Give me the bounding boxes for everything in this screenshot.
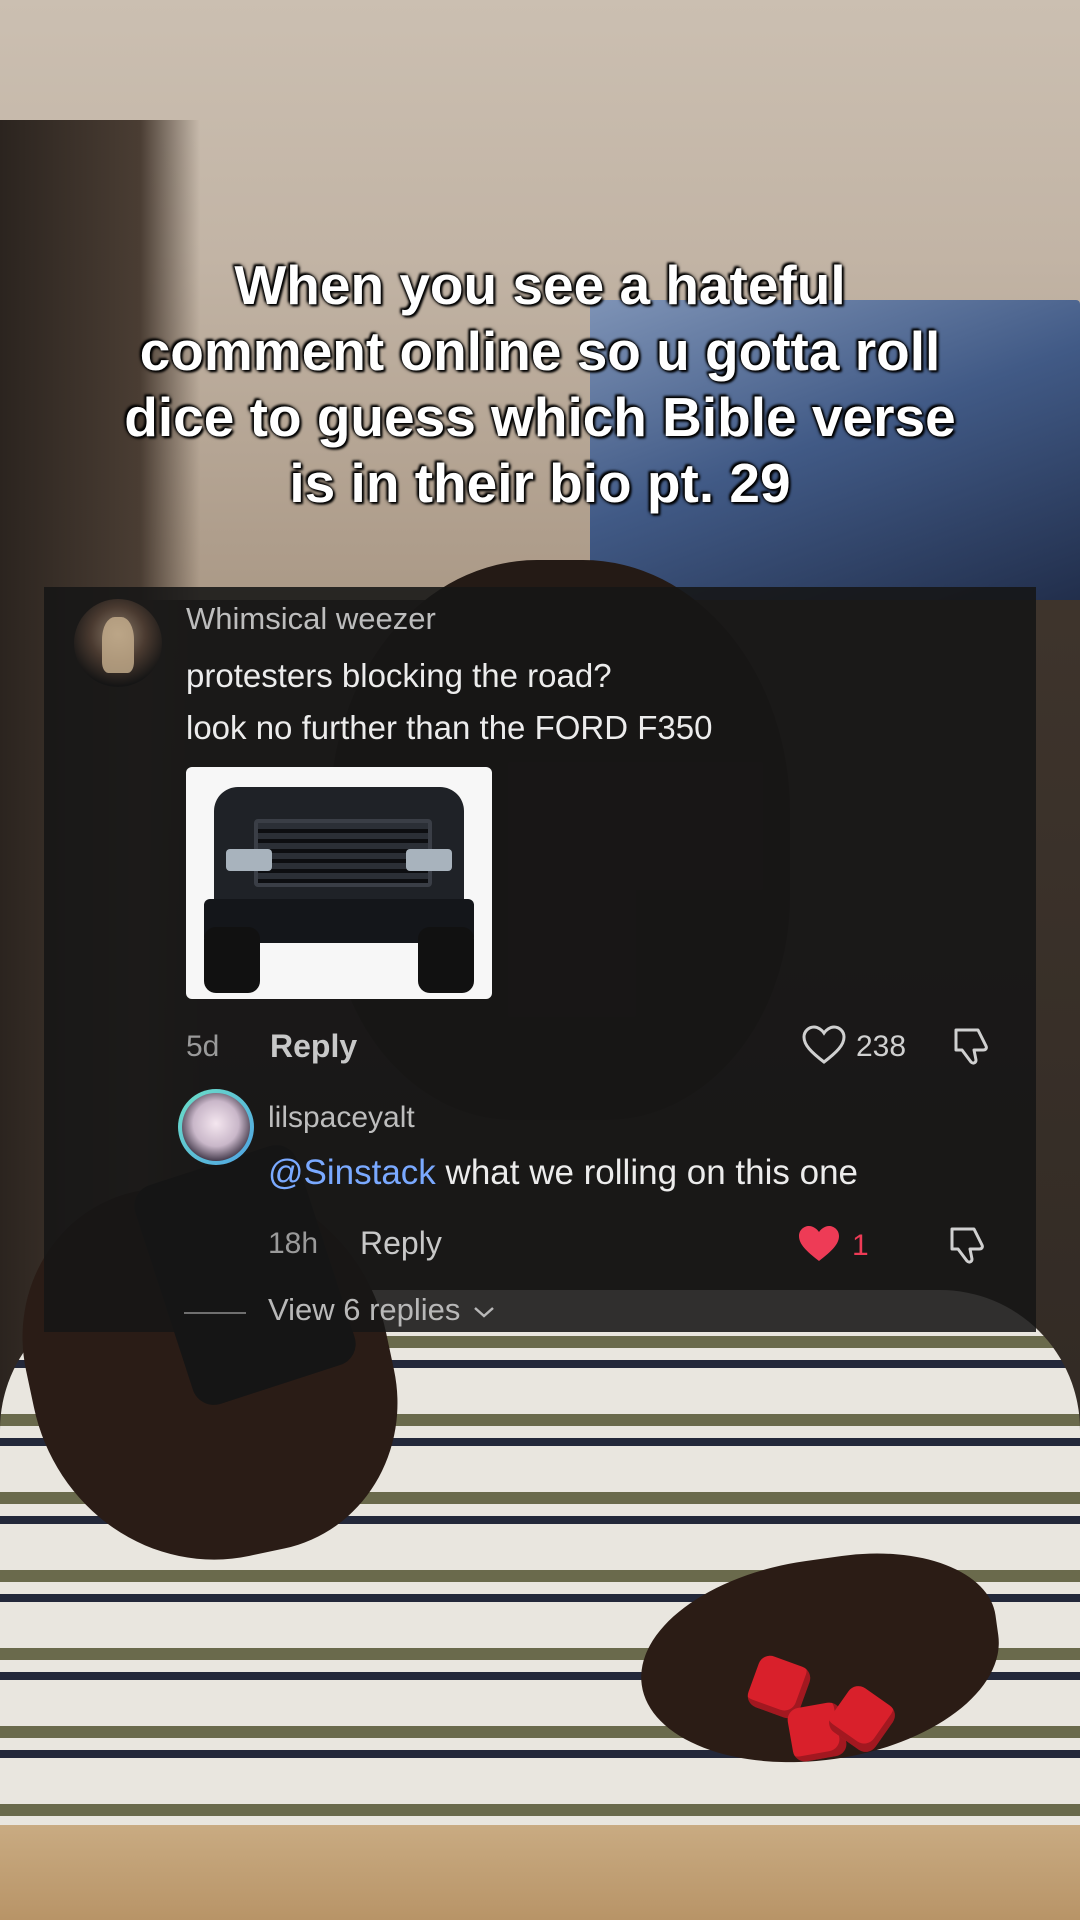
truck-headlight: [406, 849, 452, 871]
video-caption: When you see a hateful comment online so…: [124, 254, 956, 514]
comment-username[interactable]: Whimsical weezer: [186, 601, 436, 637]
reply-text: @Sinstack what we rolling on this one: [268, 1153, 858, 1193]
view-replies-button[interactable]: View 6 replies: [268, 1292, 495, 1328]
avatar-figure: [102, 617, 134, 673]
reply-username[interactable]: lilspaceyalt: [268, 1101, 415, 1135]
reply-button[interactable]: Reply: [270, 1028, 357, 1065]
heart-filled-icon[interactable]: [796, 1223, 842, 1265]
mention-link[interactable]: @Sinstack: [268, 1153, 436, 1192]
view-replies-label: View 6 replies: [268, 1292, 461, 1327]
reply-like-count: 1: [852, 1229, 869, 1262]
reply-avatar[interactable]: [178, 1089, 254, 1165]
thumbs-down-icon[interactable]: [946, 1223, 990, 1267]
avatar[interactable]: [74, 599, 162, 687]
comment-image-truck[interactable]: [186, 767, 492, 999]
chevron-down-icon: [474, 1306, 494, 1318]
desk: [0, 1825, 1080, 1920]
comment-panel: Whimsical weezer protesters blocking the…: [44, 587, 1036, 1332]
truck-headlight: [226, 849, 272, 871]
reply-body: what we rolling on this one: [435, 1153, 858, 1192]
reply-avatar-image: [182, 1093, 250, 1161]
reply-reply-button[interactable]: Reply: [360, 1225, 442, 1262]
divider-line: [184, 1312, 246, 1314]
comment-text: protesters blocking the road? look no fu…: [186, 657, 713, 746]
truck-wheel: [204, 927, 260, 993]
like-count: 238: [856, 1030, 907, 1063]
comment-age: 5d: [186, 1030, 220, 1063]
heart-outline-icon[interactable]: [801, 1024, 847, 1066]
reply-age: 18h: [268, 1227, 319, 1260]
truck-wheel: [418, 927, 474, 993]
thumbs-down-icon[interactable]: [950, 1024, 994, 1068]
